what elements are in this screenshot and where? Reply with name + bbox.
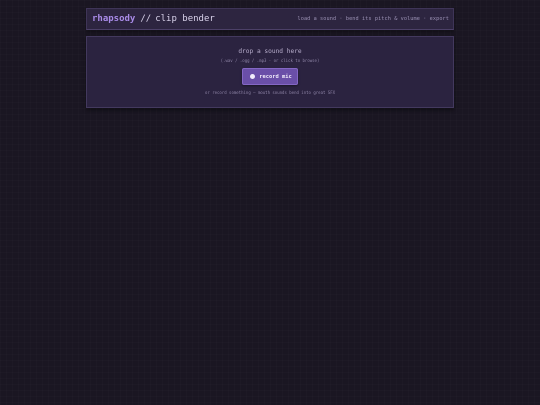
- app-container: rhapsody // clip bender load a sound · b…: [86, 8, 454, 108]
- app-title: clip bender: [155, 14, 215, 24]
- header-tagline: load a sound · bend its pitch & volume ·…: [297, 16, 449, 22]
- brand-name: rhapsody: [92, 14, 136, 24]
- dropzone-subtitle: (.wav / .ogg / .mp3 · or click to browse…: [220, 58, 320, 63]
- brand-separator: //: [140, 14, 152, 24]
- dropzone-hint: or record something — mouth sounds bend …: [204, 90, 336, 95]
- app-brand: rhapsody // clip bender: [92, 14, 215, 24]
- file-dropzone[interactable]: drop a sound here (.wav / .ogg / .mp3 · …: [86, 36, 454, 108]
- record-dot-icon: [250, 74, 256, 79]
- record-mic-button[interactable]: record mic: [242, 68, 298, 85]
- app-header: rhapsody // clip bender load a sound · b…: [86, 8, 454, 30]
- dropzone-title: drop a sound here: [238, 48, 302, 55]
- record-mic-label: record mic: [259, 73, 292, 80]
